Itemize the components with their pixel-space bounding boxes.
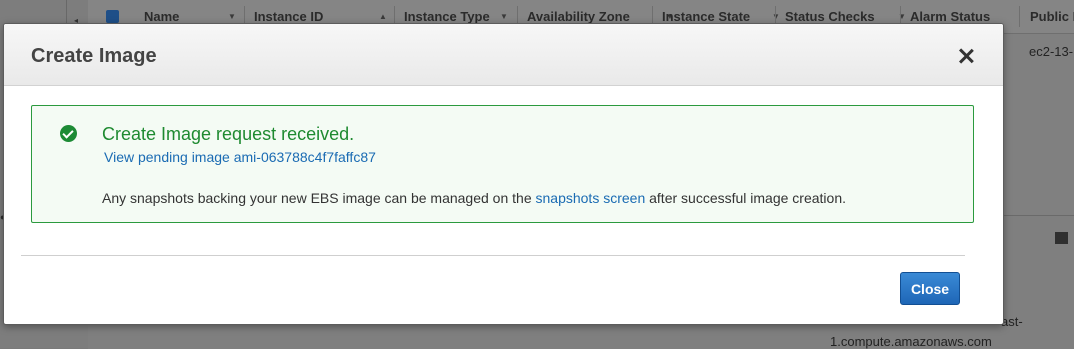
panel-toggle-icon[interactable] [1055,232,1068,244]
public-dns-cell: ec2-13- [1029,44,1074,59]
close-icon[interactable] [956,46,976,66]
snapshot-info-prefix: Any snapshots backing your new EBS image… [102,190,532,206]
dns-fragment: ast- [1001,314,1023,329]
success-message-box: Create Image request received. View pend… [31,105,974,223]
create-image-dialog: Create Image Create Image request receiv… [3,23,1004,325]
close-button[interactable]: Close [900,272,960,305]
footer-divider [21,255,965,256]
snapshot-info-text: Any snapshots backing your new EBS image… [102,190,846,206]
column-separator [1019,6,1020,27]
dialog-header: Create Image [4,24,1003,86]
column-label: Public I [1030,9,1074,24]
select-all-checkbox[interactable] [106,10,119,23]
snapshot-info-suffix: after successful image creation. [649,190,846,206]
view-pending-image-link[interactable]: View pending image ami-063788c4f7faffc87 [104,149,376,165]
snapshots-screen-link[interactable]: snapshots screen [536,190,646,206]
column-label: Name [144,9,180,24]
column-label: Status Checks [785,9,875,24]
dns-fragment: 1.compute.amazonaws.com [830,334,992,349]
column-label: Instance Type [404,9,490,24]
check-circle-icon [60,125,77,142]
column-label: Availability Zone [527,9,630,24]
column-label: Instance State [662,9,751,24]
column-label: Instance ID [254,9,324,24]
column-label: Alarm Status [910,9,991,24]
column-header-public-dns[interactable]: Public I [1030,0,1074,33]
dialog-title: Create Image [31,45,157,67]
success-title: Create Image request received. [102,124,355,144]
